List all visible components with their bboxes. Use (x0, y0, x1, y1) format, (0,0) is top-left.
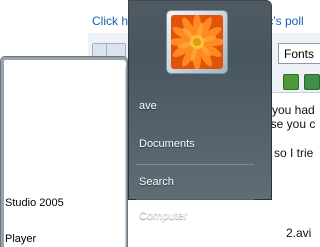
post-text-line: you had (272, 103, 315, 117)
menu-separator (136, 199, 254, 200)
menu-item-computer[interactable]: Computer (139, 210, 187, 222)
menu-item-user[interactable]: ave (139, 100, 157, 112)
orange-gerbera-flower-icon (171, 15, 223, 69)
program-item-player[interactable]: Player (5, 233, 36, 245)
program-item-studio-2005[interactable]: Studio 2005 (5, 197, 64, 209)
post-text-line: so I trie (274, 146, 314, 160)
menu-separator (136, 164, 254, 165)
user-picture[interactable] (166, 10, 228, 74)
menu-item-search[interactable]: Search (139, 176, 174, 188)
fonts-select[interactable]: Fonts (278, 43, 320, 64)
menu-item-documents[interactable]: Documents (139, 138, 195, 150)
post-text-line: 2.avi (286, 226, 312, 240)
start-menu-programs-pane: Studio 2005 Player (0, 56, 128, 247)
image-insert-icon[interactable] (283, 74, 299, 90)
media-insert-icon[interactable] (304, 74, 320, 90)
